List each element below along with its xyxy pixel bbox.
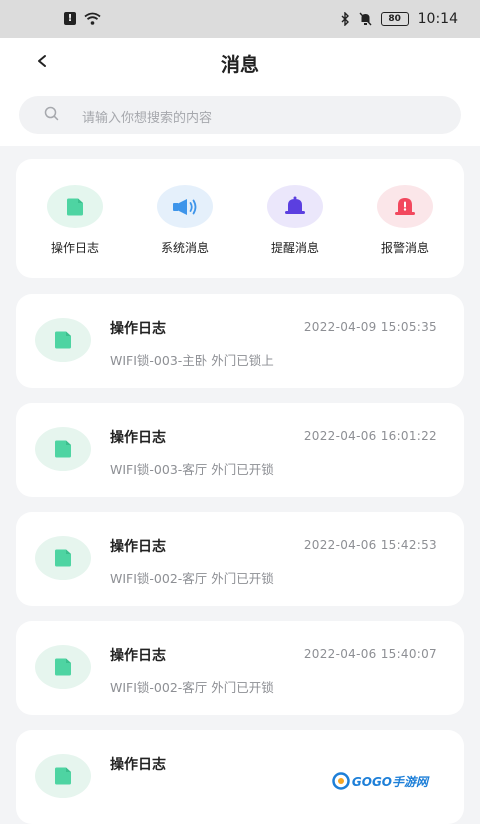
page-title: 消息 (220, 54, 259, 76)
message-time: 2022-04-06 15:40:07 (303, 647, 437, 661)
log-icon-circle (35, 318, 91, 362)
log-icon (67, 198, 83, 215)
category-label: 提醒消息 (270, 241, 319, 255)
log-icon (55, 767, 71, 785)
category-label: 操作日志 (50, 241, 99, 255)
category-label: 报警消息 (380, 241, 429, 255)
log-icon (55, 331, 71, 349)
log-icon (55, 658, 71, 676)
category-system-message[interactable]: 系统消息 (145, 185, 225, 256)
log-icon-circle (35, 645, 91, 689)
message-title: 操作日志 (110, 757, 166, 773)
battery-icon: 80 (380, 12, 409, 26)
message-description: WIFI锁-002-客厅 外门已开锁 (110, 680, 274, 695)
speaker-icon-circle (157, 185, 213, 228)
message-time: 2022-04-06 16:01:22 (303, 429, 437, 443)
header: 消息 请输入你想搜索的内容 (0, 38, 480, 146)
message-description: WIFI锁-003-主卧 外门已锁上 (110, 353, 274, 368)
log-icon-circle (35, 536, 91, 580)
log-icon (55, 440, 71, 458)
log-icon-circle (35, 427, 91, 471)
wifi-icon (84, 12, 101, 25)
status-bar: ! 80 10:14 (0, 0, 480, 38)
category-panel: 操作日志 系统消息 提醒消息 报警消息 (16, 159, 464, 278)
search-bar[interactable]: 请输入你想搜索的内容 (19, 96, 461, 134)
bell-icon-circle (267, 185, 323, 228)
speaker-icon (173, 198, 197, 215)
category-operation-log[interactable]: 操作日志 (35, 185, 115, 256)
log-icon (55, 549, 71, 567)
message-title: 操作日志 (110, 648, 166, 664)
watermark-text: GOGO手游网 (351, 774, 428, 789)
log-icon-circle (47, 185, 103, 228)
category-reminder-message[interactable]: 提醒消息 (255, 185, 335, 256)
message-title: 操作日志 (110, 539, 166, 555)
message-item[interactable]: 操作日志 2022-04-06 16:01:22 WIFI锁-003-客厅 外门… (16, 403, 464, 497)
alarm-icon-circle (377, 185, 433, 228)
notification-alert-icon: ! (64, 12, 76, 25)
message-title: 操作日志 (110, 430, 166, 446)
message-description: WIFI锁-002-客厅 外门已开锁 (110, 571, 274, 586)
bell-icon (285, 196, 305, 214)
message-item[interactable]: 操作日志 2022-04-06 15:42:53 WIFI锁-002-客厅 外门… (16, 512, 464, 606)
status-left: ! (64, 12, 101, 25)
mute-bell-icon (359, 12, 372, 26)
watermark: GOGO手游网 (332, 772, 428, 790)
search-input[interactable]: 请输入你想搜索的内容 (82, 107, 212, 126)
message-description: WIFI锁-003-客厅 外门已开锁 (110, 462, 274, 477)
message-time: 2022-04-09 15:05:35 (303, 320, 437, 334)
message-title: 操作日志 (110, 321, 166, 337)
clock: 10:14 (417, 11, 458, 27)
category-alarm-message[interactable]: 报警消息 (365, 185, 445, 256)
message-item[interactable]: 操作日志 2022-04-09 15:05:35 WIFI锁-003-主卧 外门… (16, 294, 464, 388)
message-time: 2022-04-06 15:42:53 (303, 538, 437, 552)
alarm-icon (395, 197, 415, 215)
category-label: 系统消息 (160, 241, 209, 255)
watermark-logo-icon (332, 772, 350, 790)
status-right: 80 10:14 (341, 11, 458, 27)
log-icon-circle (35, 754, 91, 798)
search-icon (44, 106, 59, 121)
bluetooth-icon (341, 12, 349, 26)
message-item[interactable]: 操作日志 2022-04-06 15:40:07 WIFI锁-002-客厅 外门… (16, 621, 464, 715)
